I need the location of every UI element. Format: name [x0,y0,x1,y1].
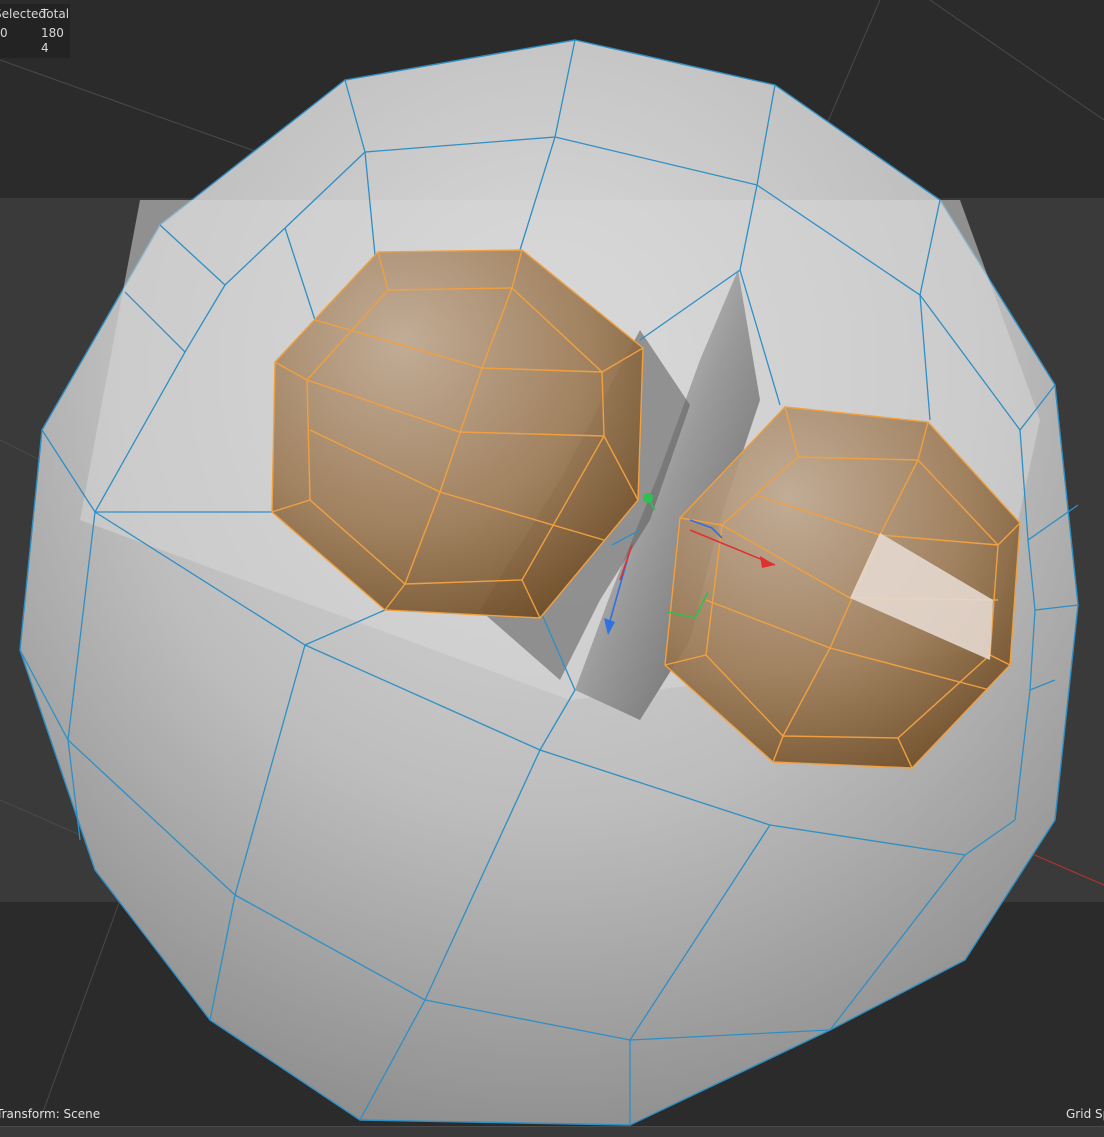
stats-header-selected: Selected [0,7,47,21]
grid-spacing-label: Grid Spacing [1066,1107,1104,1121]
transform-space-label: Transform: Scene [0,1107,101,1121]
3d-viewport[interactable] [0,0,1104,1137]
stats-total-value: 180 [41,26,64,40]
stats-header-total: Total [41,7,70,21]
stats-selected-value: 0 [0,26,8,40]
mesh-stats-panel: Selected Total 0 180 4 [0,4,70,58]
stats-total-value: 4 [41,41,49,55]
status-bar [0,1126,1104,1137]
